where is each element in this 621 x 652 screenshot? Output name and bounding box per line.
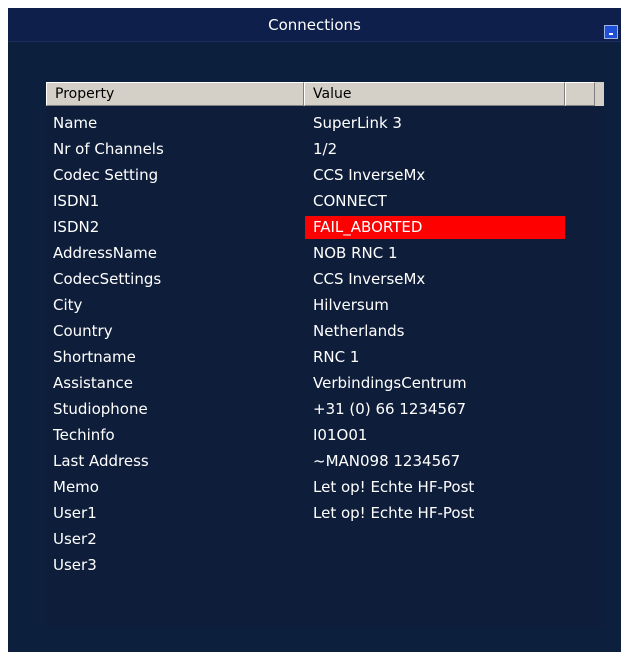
property-cell: User2 bbox=[53, 530, 97, 548]
property-cell: Techinfo bbox=[53, 426, 115, 444]
connections-window: Connections Property Value Name SuperLin… bbox=[8, 8, 621, 652]
table-row[interactable]: CodecSettings CCS InverseMx bbox=[46, 266, 604, 292]
table-row[interactable]: Shortname RNC 1 bbox=[46, 344, 604, 370]
value-cell: ~MAN098 1234567 bbox=[313, 452, 461, 470]
value-cell: +31 (0) 66 1234567 bbox=[313, 400, 467, 418]
column-header-filler bbox=[565, 82, 595, 106]
property-cell: Studiophone bbox=[53, 400, 148, 418]
value-cell: Netherlands bbox=[313, 322, 405, 340]
table-row[interactable]: AddressName NOB RNC 1 bbox=[46, 240, 604, 266]
property-cell: Name bbox=[53, 114, 98, 132]
minimize-icon bbox=[609, 33, 613, 35]
value-cell: Let op! Echte HF-Post bbox=[313, 478, 475, 496]
value-cell: 1/2 bbox=[313, 140, 338, 158]
table-header: Property Value bbox=[46, 82, 604, 106]
table-row[interactable]: User1 Let op! Echte HF-Post bbox=[46, 500, 604, 526]
properties-table: Property Value Name SuperLink 3 Nr of Ch… bbox=[46, 82, 604, 627]
property-cell: Codec Setting bbox=[53, 166, 159, 184]
table-row[interactable]: ISDN2 FAIL_ABORTED bbox=[46, 214, 604, 240]
window-title: Connections bbox=[268, 16, 361, 34]
value-cell: I01O01 bbox=[313, 426, 368, 444]
value-cell: VerbindingsCentrum bbox=[313, 374, 467, 392]
property-cell: Memo bbox=[53, 478, 99, 496]
property-cell: ISDN2 bbox=[53, 218, 100, 236]
table-body: Name SuperLink 3 Nr of Channels 1/2 Code… bbox=[46, 110, 604, 578]
property-cell: Country bbox=[53, 322, 113, 340]
table-row[interactable]: Last Address ~MAN098 1234567 bbox=[46, 448, 604, 474]
table-row[interactable]: City Hilversum bbox=[46, 292, 604, 318]
value-cell: NOB RNC 1 bbox=[313, 244, 398, 262]
value-cell: SuperLink 3 bbox=[313, 114, 402, 132]
property-cell: ISDN1 bbox=[53, 192, 100, 210]
table-row[interactable]: User3 bbox=[46, 552, 604, 578]
table-row[interactable]: Name SuperLink 3 bbox=[46, 110, 604, 136]
value-cell: CONNECT bbox=[313, 192, 387, 210]
value-cell: Let op! Echte HF-Post bbox=[313, 504, 475, 522]
column-header-value[interactable]: Value bbox=[304, 82, 565, 106]
table-row[interactable]: Nr of Channels 1/2 bbox=[46, 136, 604, 162]
property-cell: User3 bbox=[53, 556, 97, 574]
value-cell-alert: FAIL_ABORTED bbox=[305, 216, 565, 239]
table-row[interactable]: Country Netherlands bbox=[46, 318, 604, 344]
value-cell: CCS InverseMx bbox=[313, 270, 426, 288]
value-cell bbox=[305, 528, 565, 551]
table-row[interactable]: Assistance VerbindingsCentrum bbox=[46, 370, 604, 396]
property-cell: Nr of Channels bbox=[53, 140, 164, 158]
value-cell: Hilversum bbox=[313, 296, 389, 314]
table-row[interactable]: Techinfo I01O01 bbox=[46, 422, 604, 448]
property-cell: Assistance bbox=[53, 374, 133, 392]
table-row[interactable]: User2 bbox=[46, 526, 604, 552]
table-row[interactable]: Codec Setting CCS InverseMx bbox=[46, 162, 604, 188]
property-cell: Last Address bbox=[53, 452, 149, 470]
value-cell: RNC 1 bbox=[313, 348, 360, 366]
property-cell: User1 bbox=[53, 504, 97, 522]
table-row[interactable]: ISDN1 CONNECT bbox=[46, 188, 604, 214]
table-row[interactable]: Studiophone +31 (0) 66 1234567 bbox=[46, 396, 604, 422]
property-cell: City bbox=[53, 296, 83, 314]
column-header-property[interactable]: Property bbox=[46, 82, 304, 106]
value-cell bbox=[305, 554, 565, 577]
property-cell: Shortname bbox=[53, 348, 136, 366]
minimize-button[interactable] bbox=[604, 25, 618, 39]
table-row[interactable]: Memo Let op! Echte HF-Post bbox=[46, 474, 604, 500]
property-cell: CodecSettings bbox=[53, 270, 162, 288]
property-cell: AddressName bbox=[53, 244, 157, 262]
value-cell: CCS InverseMx bbox=[313, 166, 426, 184]
title-bar[interactable]: Connections bbox=[8, 8, 621, 42]
